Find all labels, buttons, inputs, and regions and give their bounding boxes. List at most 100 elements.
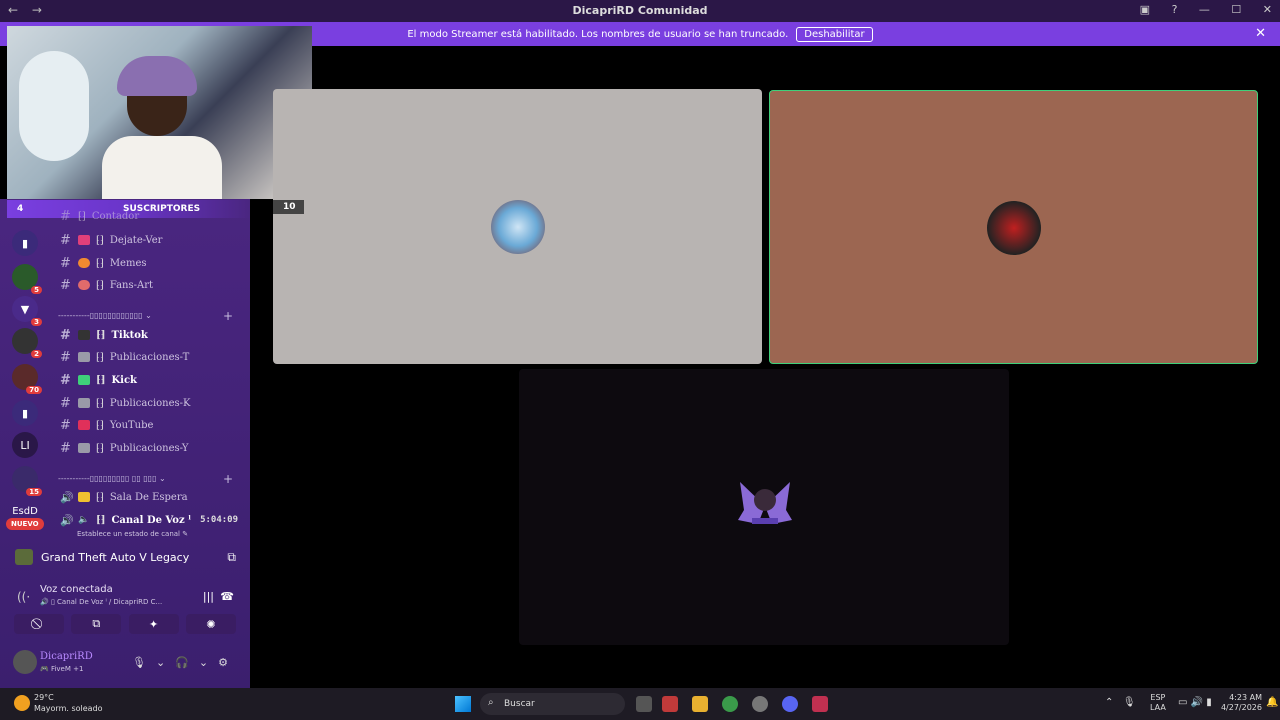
dicaprird-wings-logo <box>738 482 792 524</box>
emoji-icon <box>78 420 90 430</box>
discord-icon[interactable] <box>782 696 798 712</box>
text-channel-icon: # <box>60 372 71 388</box>
text-channel-icon: # <box>60 417 71 433</box>
bracket-icon: ⁅⁆ <box>96 234 104 246</box>
category-name: -----------▯▯▯▯▯▯▯▯▯ ▯▯ ▯▯▯ ⌄ <box>58 474 166 483</box>
category-header-1[interactable]: -----------▯▯▯▯▯▯▯▯▯▯▯▯ ⌄ + <box>58 309 243 323</box>
soundboard-button[interactable]: ✺ <box>185 614 236 634</box>
microphone-icon[interactable]: 🎙 <box>132 656 156 669</box>
text-channel-icon: # <box>60 349 71 365</box>
add-channel-icon[interactable]: + <box>223 309 233 323</box>
network-volume-icons[interactable]: ▭ 🔊 ▮ <box>1178 697 1212 708</box>
tray-icons[interactable]: ⌃ 🎙 <box>1105 697 1136 708</box>
share-screen-button[interactable]: ⧉ <box>71 614 122 634</box>
category-name: -----------▯▯▯▯▯▯▯▯▯▯▯▯ ⌄ <box>58 311 152 320</box>
maximize-button[interactable]: ☐ <box>1231 3 1241 16</box>
weather-temp: 29°C <box>34 693 54 702</box>
video-tile-2-speaking[interactable] <box>769 90 1258 364</box>
channel-fans-art[interactable]: # ⁅⁆ Fans-Art <box>60 275 250 295</box>
clock-time: 4:23 AM <box>1229 693 1262 702</box>
folder-icon: ▮ <box>21 236 29 250</box>
activities-button[interactable]: ✦ <box>128 614 179 634</box>
video-tile-1[interactable] <box>273 89 762 364</box>
channel-tiktok[interactable]: # ⁅⁆ Tiktok <box>60 325 250 345</box>
voice-timer: 5:04:09 <box>200 515 238 525</box>
server-3[interactable]: ▼ 3 <box>12 296 42 326</box>
channel-contador[interactable]: # ⁅⁆ Contador <box>60 209 250 224</box>
settings-gear-icon[interactable]: ⚙ <box>218 656 238 669</box>
disconnect-icon[interactable]: ☎ <box>220 590 234 603</box>
sound-icon: 🔈 <box>78 515 90 525</box>
inbox-icon[interactable]: ▣ <box>1140 3 1150 16</box>
minimize-button[interactable]: — <box>1199 3 1210 16</box>
app-icon[interactable] <box>752 696 768 712</box>
channel-publicaciones-y[interactable]: # ⁅⁆ Publicaciones-Y <box>60 438 250 458</box>
channel-publicaciones-t[interactable]: # ⁅⁆ Publicaciones-T <box>60 347 250 367</box>
channel-name: Publicaciones-Y <box>109 442 189 454</box>
new-badge: NUEVO <box>6 518 44 530</box>
category-header-2[interactable]: -----------▯▯▯▯▯▯▯▯▯ ▯▯ ▯▯▯ ⌄ + <box>58 472 243 486</box>
bracket-icon: ⁅⁆ <box>96 257 104 269</box>
voice-channel-sala-de-espera[interactable]: 🔊 ⁅⁆ Sala De Espera <box>60 487 250 507</box>
taskbar-search[interactable]: ⌕ Buscar <box>480 693 625 715</box>
app-red-icon[interactable] <box>812 696 828 712</box>
file-explorer-icon[interactable] <box>692 696 708 712</box>
bell-icon <box>78 492 90 502</box>
triangle-icon: ▼ <box>20 302 30 316</box>
close-window-button[interactable]: ✕ <box>1263 3 1272 16</box>
channel-youtube[interactable]: # ⁅⁆ YouTube <box>60 415 250 435</box>
channel-kick[interactable]: # ⁅⁆ Kick <box>60 370 250 390</box>
user-avatar[interactable] <box>13 650 37 674</box>
chevron-down-icon[interactable]: ⌄ <box>199 656 218 669</box>
screen-share-icon: ⧉ <box>92 617 101 630</box>
server-8[interactable]: 15 <box>12 466 42 496</box>
signal-icon[interactable]: ((· <box>17 590 30 604</box>
noise-suppression-icon[interactable]: ||| <box>203 590 214 603</box>
user-controls: 🎙⌄🎧⌄⚙ <box>132 656 238 669</box>
emoji-icon <box>78 235 90 245</box>
server-4[interactable]: 2 <box>12 328 42 358</box>
server-2[interactable]: 5 <box>12 264 42 294</box>
channel-memes[interactable]: # ⁅⁆ Memes <box>60 253 250 273</box>
help-icon[interactable]: ? <box>1172 3 1178 16</box>
server-label: LI <box>20 438 30 452</box>
shirt-shape <box>102 136 222 199</box>
channel-dejate-ver[interactable]: # ⁅⁆ Dejate-Ver <box>60 230 250 250</box>
headphones-icon[interactable]: 🎧 <box>175 656 199 669</box>
screen-share-icon[interactable]: ⧉ <box>227 550 236 565</box>
voice-status: Voz conectada <box>40 584 113 595</box>
notification-bell-icon[interactable]: 🔔 <box>1266 697 1278 708</box>
chevron-down-icon[interactable]: ⌄ <box>156 656 175 669</box>
server-5[interactable]: 70 <box>12 364 42 394</box>
video-tile-3[interactable] <box>519 369 1009 645</box>
emoji-icon <box>78 330 90 340</box>
channel-publicaciones-k[interactable]: # ⁅⁆ Publicaciones-K <box>60 393 250 413</box>
add-channel-icon[interactable]: + <box>223 472 233 486</box>
window-controls: ▣ ? — ☐ ✕ <box>1122 3 1272 16</box>
voice-channel-canal-de-voz[interactable]: 🔊 🔈 ⁅⁆ Canal De Voz ˡ 5:04:09 <box>60 510 250 530</box>
start-button[interactable] <box>455 696 471 712</box>
server-li[interactable]: LI <box>12 432 38 458</box>
disable-streamer-button[interactable]: Deshabilitar <box>796 26 873 42</box>
close-banner-icon[interactable]: ✕ <box>1255 26 1266 41</box>
webcam-overlay <box>7 26 312 199</box>
voice-channel-detail[interactable]: 🔊 ▯ Canal De Voz ˡ / DicapriRD C... <box>40 598 162 606</box>
bracket-icon: ⁅⁆ <box>96 329 106 341</box>
clock[interactable]: 4:23 AM 4/27/2026 <box>1214 693 1262 713</box>
snipping-tool-icon[interactable] <box>662 696 678 712</box>
task-view-icon[interactable] <box>636 696 652 712</box>
search-icon: ⌕ <box>488 697 494 708</box>
weather-condition: Mayorm. soleado <box>34 704 103 713</box>
set-channel-status-link[interactable]: Establece un estado de canal ✎ <box>77 530 188 538</box>
text-channel-icon: # <box>60 327 71 343</box>
channel-name: Sala De Espera <box>109 491 188 503</box>
server-folder-2[interactable]: ▮ <box>12 400 38 426</box>
bracket-icon: ⁅⁆ <box>96 442 104 454</box>
emoji-icon <box>78 443 90 453</box>
camera-off-button[interactable]: ⃠ <box>14 614 64 634</box>
sun-icon <box>14 695 30 711</box>
language-indicator[interactable]: ESP LAA <box>1150 693 1166 713</box>
bracket-icon: ⁅⁆ <box>96 374 106 386</box>
chrome-icon[interactable] <box>722 696 738 712</box>
server-folder-1[interactable]: ▮ <box>12 230 38 256</box>
